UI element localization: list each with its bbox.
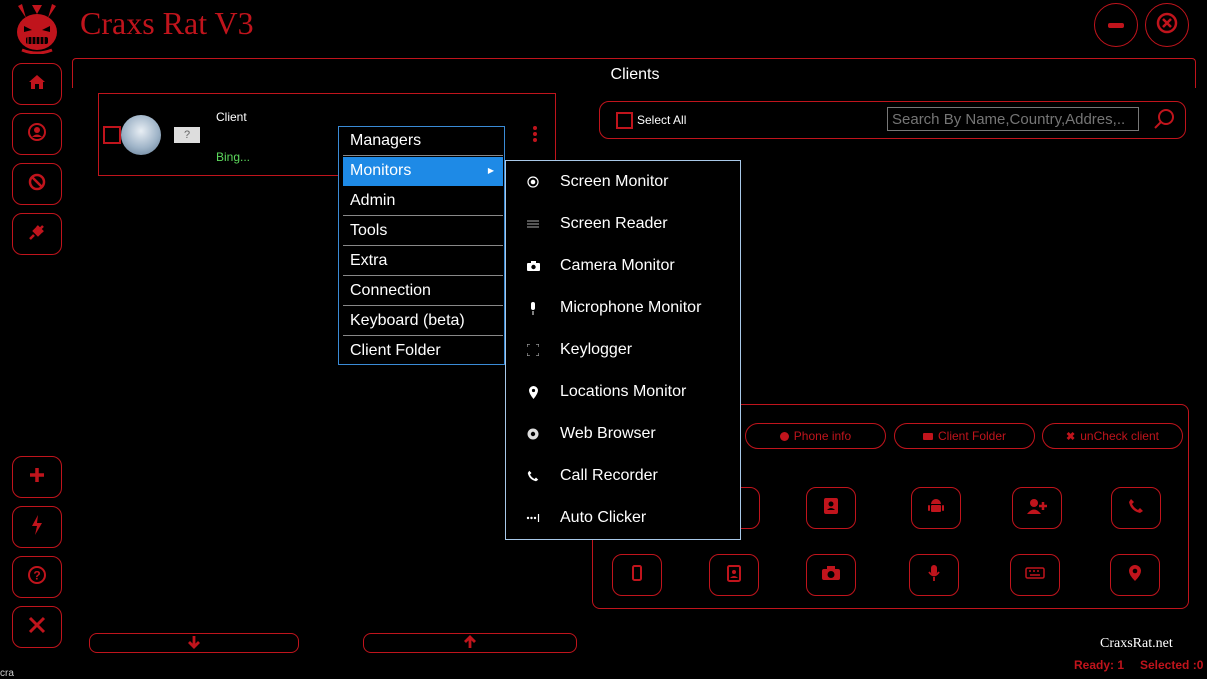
close-button[interactable]: [1145, 3, 1189, 47]
menu-item-managers[interactable]: Managers: [343, 127, 503, 156]
submenu-auto-clicker[interactable]: Auto Clicker: [506, 497, 740, 539]
submenu-call-recorder[interactable]: Call Recorder: [506, 455, 740, 497]
sidebar-help-button[interactable]: ?: [12, 556, 62, 598]
folder-icon: [922, 432, 933, 440]
camera-button[interactable]: [806, 554, 856, 596]
id-card-icon: [727, 564, 741, 587]
mobile-icon: [632, 564, 642, 586]
info-icon: [779, 431, 789, 441]
corner-text: cra: [0, 668, 14, 679]
search-input[interactable]: [887, 107, 1139, 131]
add-user-icon: [1027, 498, 1047, 519]
microphone-button[interactable]: [909, 554, 959, 596]
mobile-button[interactable]: [612, 554, 662, 596]
plus-icon: [29, 467, 45, 488]
client-folder-label: Client Folder: [937, 429, 1007, 443]
minimize-icon: [1108, 22, 1124, 28]
call-button[interactable]: [1111, 487, 1161, 529]
select-all-checkbox[interactable]: [616, 112, 633, 129]
tools-icon: [28, 616, 46, 639]
section-title: Clients: [610, 66, 660, 83]
menu-item-connection[interactable]: Connection: [343, 277, 503, 306]
sidebar-block-button[interactable]: [12, 163, 62, 205]
monitors-submenu: Screen Monitor Screen Reader Camera Moni…: [505, 160, 741, 540]
camera-icon: [821, 565, 841, 586]
app-logo: [12, 2, 62, 55]
microphone-icon: [506, 301, 560, 315]
close-icon: [1156, 12, 1178, 39]
menu-item-tools[interactable]: Tools: [343, 217, 503, 246]
minimize-button[interactable]: [1094, 3, 1138, 47]
client-status: Bing...: [216, 150, 251, 164]
camera-icon: [506, 261, 560, 271]
context-menu: Managers Monitors ▶ Admin Tools Extra Co…: [338, 126, 505, 365]
arrow-down-icon: [187, 635, 201, 652]
client-name: Client: [216, 110, 247, 124]
contacts-icon: [823, 497, 839, 520]
help-icon: ?: [28, 565, 46, 589]
avatar: [121, 115, 161, 155]
location-button[interactable]: [1110, 554, 1160, 596]
phone-icon: [506, 470, 560, 482]
menu-item-extra[interactable]: Extra: [343, 247, 503, 276]
add-user-button[interactable]: [1012, 487, 1062, 529]
location-pin-icon: [1128, 564, 1142, 587]
submenu-locations-monitor[interactable]: Locations Monitor: [506, 371, 740, 413]
client-options-icon[interactable]: [532, 125, 538, 143]
arrow-up-icon: [463, 634, 477, 652]
location-pin-icon: [506, 385, 560, 399]
search-icon[interactable]: [1153, 108, 1175, 135]
id-card-button[interactable]: [709, 554, 759, 596]
menu-item-monitors-label: Monitors: [350, 162, 412, 179]
dots-icon: [506, 514, 560, 522]
menu-item-admin[interactable]: Admin: [343, 187, 503, 216]
submenu-screen-reader[interactable]: Screen Reader: [506, 203, 740, 245]
menu-item-monitors[interactable]: Monitors ▶: [343, 157, 503, 186]
submenu-screen-monitor[interactable]: Screen Monitor: [506, 161, 740, 203]
scroll-up-button[interactable]: [363, 633, 577, 653]
android-button[interactable]: [911, 487, 961, 529]
submenu-keylogger[interactable]: Keylogger: [506, 329, 740, 371]
client-checkbox[interactable]: [103, 126, 121, 144]
country-flag: ?: [174, 127, 200, 143]
svg-text:?: ?: [33, 568, 40, 582]
uncheck-client-label: unCheck client: [1080, 429, 1159, 443]
ready-status: Ready: 1: [1074, 658, 1125, 672]
frame-icon: [506, 344, 560, 356]
sidebar-tools-button[interactable]: [12, 606, 62, 648]
submenu-microphone-monitor[interactable]: Microphone Monitor: [506, 287, 740, 329]
submenu-arrow-icon: ▶: [487, 166, 494, 175]
contacts-button[interactable]: [806, 487, 856, 529]
keyboard-button[interactable]: [1010, 554, 1060, 596]
menu-item-client-folder[interactable]: Client Folder: [343, 337, 503, 366]
x-icon: ✖: [1066, 430, 1076, 443]
phone-info-button[interactable]: Phone info: [745, 423, 886, 449]
microphone-icon: [927, 564, 941, 587]
user-icon: [28, 122, 46, 146]
menu-item-keyboard[interactable]: Keyboard (beta): [343, 307, 503, 336]
plug-icon: [28, 223, 46, 246]
phone-icon: [1128, 498, 1144, 519]
select-all-label: Select All: [637, 113, 687, 127]
android-icon: [927, 497, 945, 520]
sidebar-add-button[interactable]: [12, 456, 62, 498]
site-label: CraxsRat.net: [1100, 636, 1173, 651]
uncheck-client-button[interactable]: ✖ unCheck client: [1042, 423, 1183, 449]
block-icon: [28, 173, 46, 196]
chrome-icon: [506, 428, 560, 440]
sidebar-lightning-button[interactable]: [12, 506, 62, 548]
app-title: Craxs Rat V3: [80, 5, 254, 41]
sidebar-plug-button[interactable]: [12, 213, 62, 255]
lines-icon: [506, 220, 560, 228]
phone-info-label: Phone info: [793, 429, 852, 443]
selected-status: Selected :0: [1140, 658, 1204, 672]
submenu-camera-monitor[interactable]: Camera Monitor: [506, 245, 740, 287]
radio-icon: [506, 176, 560, 188]
lightning-icon: [31, 514, 43, 540]
submenu-web-browser[interactable]: Web Browser: [506, 413, 740, 455]
scroll-down-button[interactable]: [89, 633, 299, 653]
client-folder-button[interactable]: Client Folder: [894, 423, 1035, 449]
sidebar-user-button[interactable]: [12, 113, 62, 155]
keyboard-icon: [1025, 566, 1045, 584]
